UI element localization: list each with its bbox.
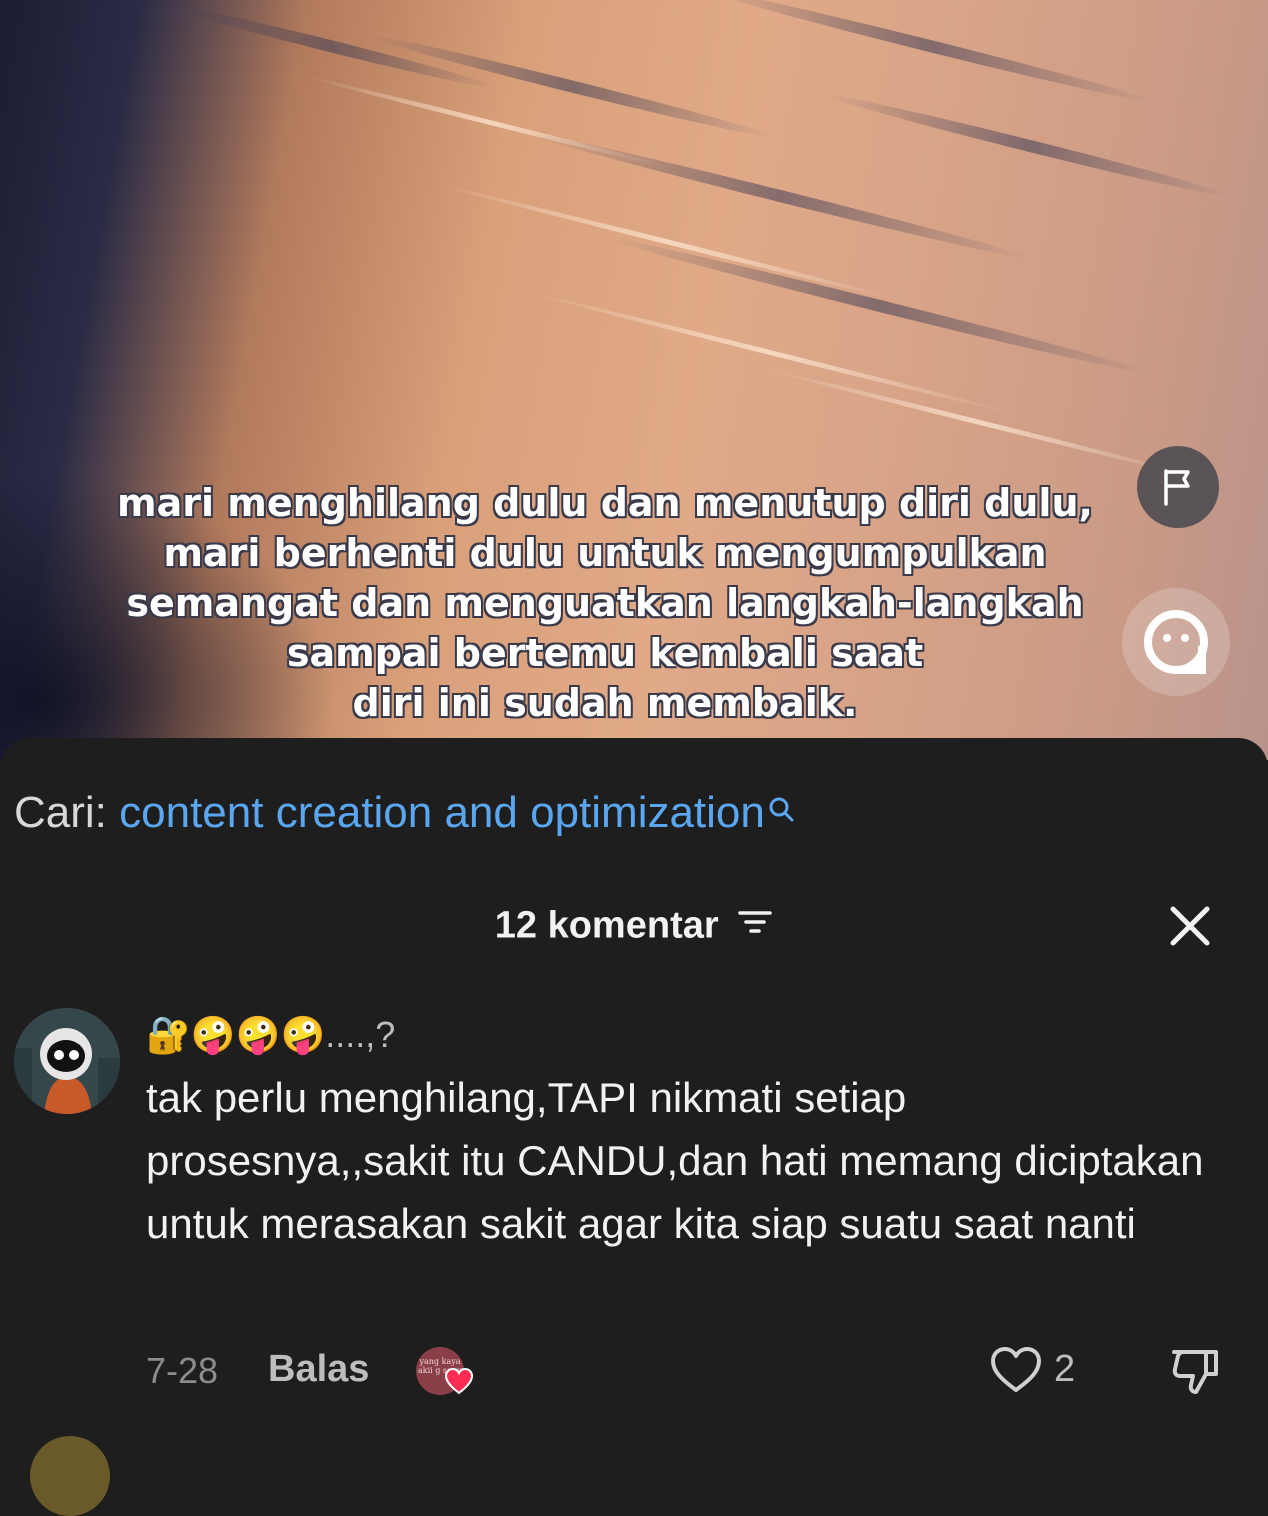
thumbs-down-icon[interactable] <box>1170 1346 1222 1398</box>
search-term-link[interactable]: content creation and optimization <box>119 788 765 837</box>
caption-line: mari menghilang dulu dan menutup diri du… <box>117 481 1093 525</box>
like-count: 2 <box>1054 1348 1076 1390</box>
comment-count: 12 komentar <box>494 904 719 947</box>
video-caption: mari menghilang dulu dan menutup diri du… <box>95 478 1115 728</box>
astronaut-avatar-image <box>14 1008 120 1114</box>
video-player[interactable]: mari menghilang dulu dan menutup diri du… <box>0 0 1268 760</box>
reply-button[interactable]: Balas <box>268 1348 369 1391</box>
comment-date: 7-28 <box>146 1350 219 1391</box>
comment-username[interactable]: 🔐🤪🤪🤪....,? <box>146 1014 395 1056</box>
search-suggestion[interactable]: Cari: content creation and optimization <box>14 788 795 838</box>
wave-shape <box>606 232 1154 380</box>
wave-shape <box>526 127 1034 265</box>
comment-text: tak perlu menghilang,TAPI nikmati setiap… <box>146 1074 1204 1247</box>
foam-shape <box>765 366 1195 479</box>
caption-line: sampai bertemu kembali saat <box>286 631 924 675</box>
heart-outline-icon[interactable] <box>990 1346 1042 1394</box>
filter-icon[interactable] <box>737 904 773 947</box>
flag-icon <box>1164 469 1190 506</box>
foam-shape <box>436 182 904 303</box>
foam-shape <box>526 289 1014 416</box>
heart-icon <box>444 1367 474 1395</box>
caption-line: semangat dan menguatkan langkah-langkah <box>126 581 1084 625</box>
avatar[interactable] <box>14 1008 120 1114</box>
search-icon <box>767 784 795 834</box>
avatar[interactable] <box>30 1436 110 1516</box>
caption-line: mari berhenti dulu untuk mengumpulkan <box>163 531 1047 575</box>
wave-shape <box>705 0 1155 108</box>
wave-shape <box>824 89 1236 203</box>
face-icon <box>1144 610 1208 674</box>
close-icon[interactable] <box>1168 904 1212 948</box>
wave-shape <box>163 0 497 93</box>
comments-sheet: Cari: content creation and optimization … <box>0 738 1268 1516</box>
wave-shape <box>364 29 776 143</box>
caption-line: diri ini sudah membaik. <box>352 681 858 725</box>
reaction-button[interactable] <box>1122 588 1230 696</box>
report-button[interactable] <box>1137 446 1219 528</box>
search-prefix: Cari: <box>14 788 107 837</box>
comments-header: 12 komentar <box>0 903 1268 947</box>
